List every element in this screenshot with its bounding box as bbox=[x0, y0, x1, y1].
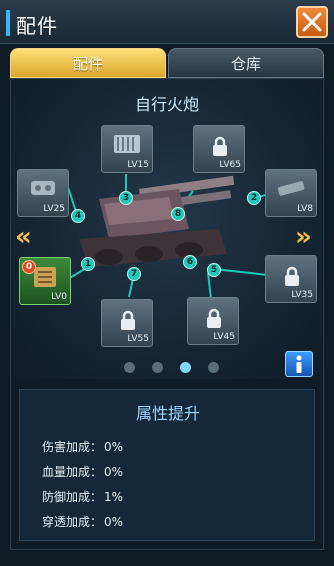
stat-hp: 血量加成： 0% bbox=[42, 463, 123, 480]
lock-icon bbox=[121, 310, 135, 330]
slot-level: LV35 bbox=[291, 290, 313, 300]
tab-warehouse[interactable]: 仓库 bbox=[168, 48, 324, 78]
slot-lv25[interactable]: LV25 bbox=[17, 169, 69, 217]
slot-badge: 0 bbox=[22, 260, 36, 274]
stat-value: 0% bbox=[104, 440, 124, 454]
stat-value: 1% bbox=[104, 490, 124, 504]
title-bar: 配件 bbox=[0, 0, 334, 44]
lock-icon bbox=[213, 136, 227, 156]
accessory-icon bbox=[31, 181, 55, 195]
stat-damage: 伤害加成： 0% bbox=[42, 438, 123, 455]
slot-level: LV55 bbox=[127, 334, 149, 344]
slot-node: 4 bbox=[71, 209, 85, 223]
stats-panel: 属性提升 伤害加成： 0% 血量加成： 0% 防御加成： 1% 穿透加成： 0% bbox=[19, 389, 315, 541]
slot-node: 7 bbox=[127, 267, 141, 281]
window-title: 配件 bbox=[16, 14, 58, 38]
slot-level: LV8 bbox=[297, 204, 313, 214]
chevron-right-icon[interactable]: » bbox=[295, 222, 312, 252]
accessory-icon bbox=[114, 135, 140, 153]
stat-label: 伤害加成： bbox=[42, 440, 103, 454]
slot-node: 1 bbox=[81, 257, 95, 271]
accessory-window: 配件 配件 仓库 自行火炮 LV15 LV65 LV25 LV8 0 LV0 L… bbox=[0, 0, 334, 566]
slot-node: 6 bbox=[183, 255, 197, 269]
slot-level: LV15 bbox=[127, 160, 149, 170]
slot-node: 8 bbox=[171, 207, 185, 221]
stat-label: 血量加成： bbox=[42, 465, 103, 479]
slot-node: 2 bbox=[247, 191, 261, 205]
stats-title: 属性提升 bbox=[135, 404, 200, 423]
slot-lv8[interactable]: LV8 bbox=[265, 169, 317, 217]
slot-level: LV45 bbox=[213, 332, 235, 342]
stat-value: 0% bbox=[104, 515, 124, 529]
info-button[interactable] bbox=[285, 351, 313, 377]
slot-level: LV65 bbox=[219, 160, 241, 170]
vehicle-stage: 自行火炮 LV15 LV65 LV25 LV8 0 LV0 LV35 LV55 … bbox=[11, 79, 323, 379]
tab-accessories[interactable]: 配件 bbox=[10, 48, 166, 78]
slot-lv0[interactable]: 0 LV0 bbox=[19, 257, 71, 305]
lock-icon bbox=[207, 308, 221, 328]
lock-icon bbox=[285, 266, 299, 286]
stat-label: 穿透加成： bbox=[42, 515, 103, 529]
close-icon bbox=[302, 12, 322, 32]
accessory-panel: 自行火炮 LV15 LV65 LV25 LV8 0 LV0 LV35 LV55 … bbox=[10, 78, 324, 550]
stat-defense: 防御加成： 1% bbox=[42, 488, 123, 505]
slot-node: 5 bbox=[207, 263, 221, 277]
accessory-icon bbox=[277, 181, 305, 196]
page-dot-active[interactable] bbox=[180, 362, 191, 373]
close-button[interactable] bbox=[296, 6, 328, 38]
slot-node: 3 bbox=[119, 191, 133, 205]
slot-lv65[interactable]: LV65 bbox=[193, 125, 245, 173]
stat-value: 0% bbox=[104, 465, 124, 479]
title-accent-bar bbox=[6, 10, 10, 36]
page-dot[interactable] bbox=[152, 362, 163, 373]
page-dot[interactable] bbox=[208, 362, 219, 373]
slot-lv15[interactable]: LV15 bbox=[101, 125, 153, 173]
slot-lv45[interactable]: LV45 bbox=[187, 297, 239, 345]
chevron-left-icon[interactable]: « bbox=[15, 222, 32, 252]
page-dot[interactable] bbox=[124, 362, 135, 373]
slot-lv35[interactable]: LV35 bbox=[265, 255, 317, 303]
slot-lv55[interactable]: LV55 bbox=[101, 299, 153, 347]
stat-label: 防御加成： bbox=[42, 490, 103, 504]
slot-level: LV25 bbox=[43, 204, 65, 214]
slot-level: LV0 bbox=[51, 292, 67, 302]
stat-penetration: 穿透加成： 0% bbox=[42, 513, 123, 530]
info-icon bbox=[296, 355, 302, 373]
